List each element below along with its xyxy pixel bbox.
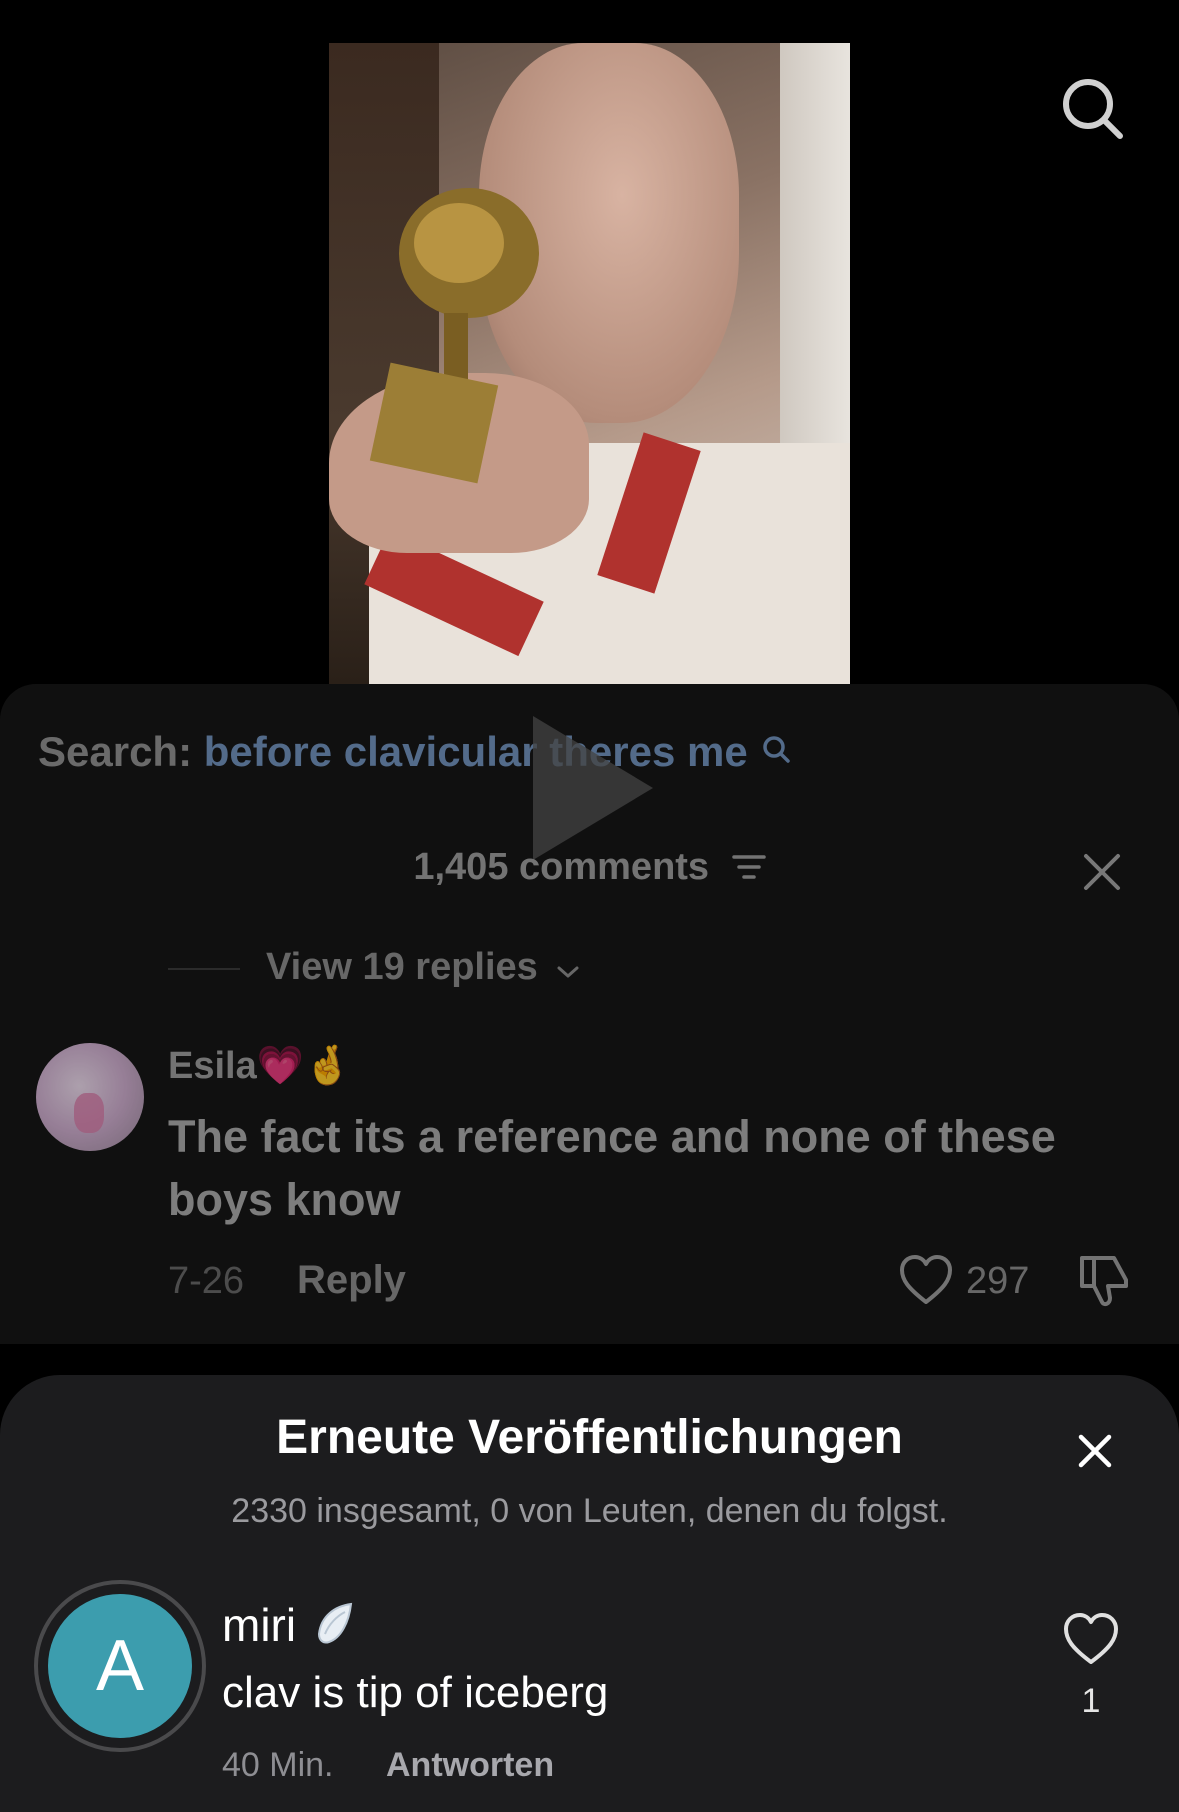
comments-dim-overlay (0, 684, 1179, 1344)
video-thumbnail[interactable] (329, 43, 850, 684)
sheet-subtitle: 2330 insgesamt, 0 von Leuten, denen du f… (231, 1492, 948, 1530)
sheet-title: Erneute Veröffentlichungen (276, 1411, 903, 1464)
avatar[interactable]: A (48, 1594, 192, 1738)
reply-button[interactable]: Antworten (386, 1746, 554, 1785)
repost-comment-text: clav is tip of iceberg (222, 1668, 609, 1717)
repost-username[interactable]: miri (222, 1598, 355, 1657)
heart-icon[interactable] (1062, 1612, 1120, 1666)
like-count: 1 (1081, 1682, 1101, 1720)
video-curtain-shape (780, 43, 850, 463)
repost-username-label: miri (222, 1599, 297, 1651)
trophy-image (369, 188, 539, 484)
repost-time: 40 Min. (222, 1746, 334, 1784)
close-icon[interactable] (1076, 1432, 1114, 1470)
search-icon[interactable] (1058, 74, 1128, 144)
wing-icon (315, 1600, 355, 1657)
